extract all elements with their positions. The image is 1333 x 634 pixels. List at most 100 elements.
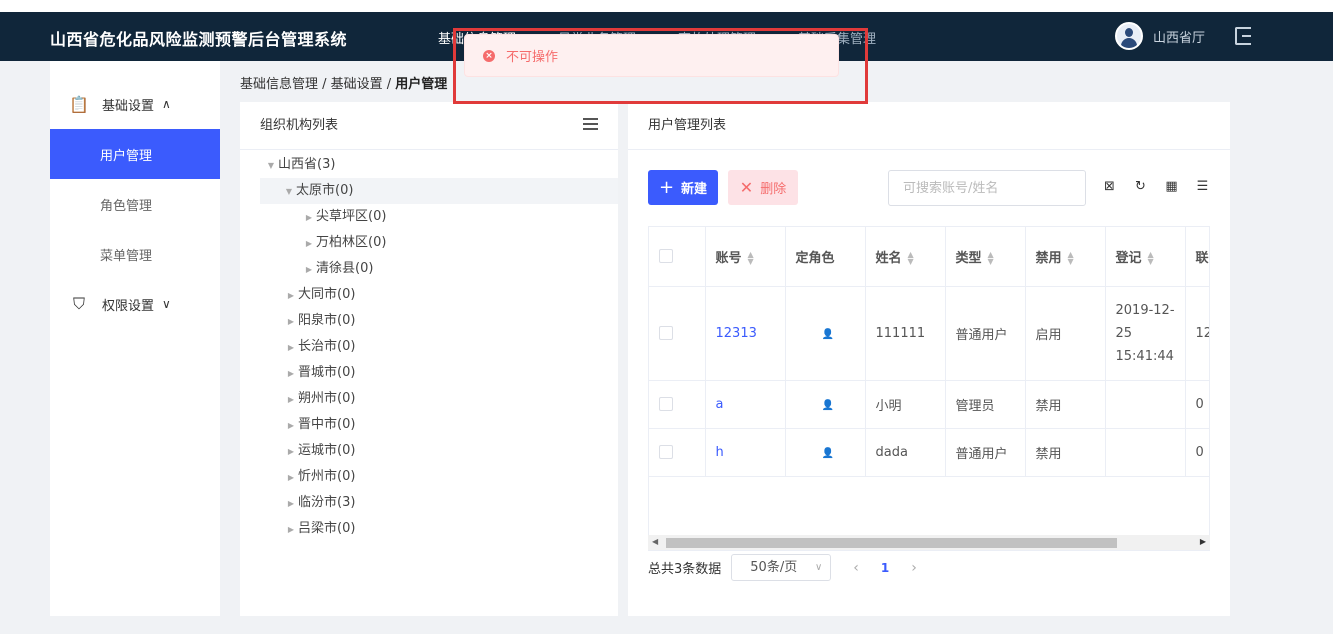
tree-node[interactable]: ▶ 长治市(0) — [240, 334, 618, 360]
row-select-cell — [649, 428, 706, 477]
scroll-left-icon[interactable]: ◀ — [652, 537, 658, 546]
user-panel: 用户管理列表 + 新建 ✕ 删除 ⊠ ↻ ▦ ☰ 账号 ▲▼ 定角色 姓名 ▲▼ 类型 ▲… — [628, 102, 1230, 616]
error-toast: × 不可操作 — [464, 34, 839, 77]
tree-node[interactable]: ▶ 万柏林区(0) — [240, 230, 618, 256]
new-button[interactable]: + 新建 — [648, 170, 718, 205]
logout-icon[interactable] — [1235, 27, 1251, 45]
col-label: 登记 — [1115, 250, 1142, 266]
delete-button-label: 删除 — [760, 182, 787, 197]
col-label: 类型 — [955, 250, 982, 266]
table-row: a 👤 小明 管理员 禁用 0 — [649, 380, 1209, 429]
caret-down-icon: ▼ — [285, 187, 293, 196]
menu-group-permission-settings[interactable]: ⛉ 权限设置 ∨ — [50, 279, 220, 329]
tree-node-label: 长治市(0) — [298, 339, 356, 354]
contact-cell: 12 — [1185, 286, 1209, 381]
tree-node[interactable]: ▶ 尖草坪区(0) — [240, 204, 618, 230]
table-header-row: 账号 ▲ ▼ 定角色 姓名 ▲ ▼ 类型 ▲ ▼ 禁用 ▲ ▼ 登记 ▲ ▼ 联 — [649, 227, 1209, 287]
org-panel: 组织机构列表 ▼ 山西省(3) ▼ 太原市(0) ▶ 尖草坪区(0) ▶ 万柏林区(0)… — [240, 102, 618, 616]
tree-node[interactable]: ▶ 大同市(0) — [240, 282, 618, 308]
contact-cell: 0 — [1185, 380, 1209, 429]
error-icon: × — [483, 49, 495, 62]
row-select-cell — [649, 380, 706, 429]
user-icon[interactable]: 👤 — [822, 329, 834, 340]
tree-node-label: 尖草坪区(0) — [316, 209, 387, 224]
tree-node[interactable]: ▼ 太原市(0) — [260, 178, 618, 204]
caret-right-icon: ▶ — [287, 525, 295, 534]
tree-node[interactable]: ▶ 运城市(0) — [240, 438, 618, 464]
search-input[interactable] — [888, 170, 1086, 206]
select-all-checkbox[interactable] — [659, 249, 673, 264]
org-tree: ▼ 山西省(3) ▼ 太原市(0) ▶ 尖草坪区(0) ▶ 万柏林区(0) ▶ 清徐县(0… — [240, 150, 618, 542]
col-name[interactable]: 姓名 ▲ ▼ — [865, 227, 946, 287]
next-page-icon[interactable]: › — [911, 560, 917, 576]
caret-right-icon: ▶ — [287, 343, 295, 352]
tree-node[interactable]: ▶ 临汾市(3) — [240, 490, 618, 516]
tree-node[interactable]: ▶ 晋中市(0) — [240, 412, 618, 438]
delete-button[interactable]: ✕ 删除 — [728, 170, 798, 205]
caret-right-icon: ▶ — [287, 473, 295, 482]
tree-node[interactable]: ▶ 朔州市(0) — [240, 386, 618, 412]
caret-right-icon: ▶ — [287, 395, 295, 404]
account-link[interactable]: h — [705, 428, 786, 477]
caret-right-icon: ▶ — [287, 447, 295, 456]
col-registered[interactable]: 登记 ▲ ▼ — [1105, 227, 1186, 287]
assign-role-cell: 👤 — [785, 428, 866, 477]
sidebar-item-role-management[interactable]: 角色管理 — [50, 179, 220, 229]
total-count: 总共3条数据 — [648, 562, 722, 577]
horizontal-scrollbar[interactable]: ◀ ▶ — [648, 535, 1210, 550]
menu-group-basic-settings[interactable]: 📋 基础设置 ∧ — [50, 79, 220, 129]
close-icon: ✕ — [739, 178, 754, 197]
account-link[interactable]: a — [705, 380, 786, 429]
sidebar-item-menu-management[interactable]: 菜单管理 — [50, 229, 220, 279]
row-checkbox[interactable] — [659, 445, 673, 459]
user-icon[interactable]: 👤 — [822, 400, 834, 411]
status-cell: 禁用 — [1025, 380, 1106, 429]
chevron-up-icon: ∧ — [162, 97, 171, 111]
sort-icon[interactable]: ▲ ▼ — [1068, 251, 1074, 266]
page-size-select[interactable]: 50条/页 ∨ — [731, 554, 832, 581]
caret-right-icon: ▶ — [287, 317, 295, 326]
status-cell: 禁用 — [1025, 428, 1106, 477]
type-cell: 普通用户 — [945, 286, 1026, 381]
col-label: 联 — [1195, 250, 1209, 266]
columns-icon[interactable]: ▦ — [1163, 178, 1180, 195]
assign-role-cell: 👤 — [785, 380, 866, 429]
row-checkbox[interactable] — [659, 397, 673, 411]
sort-icon[interactable]: ▲ ▼ — [1148, 251, 1154, 266]
export-icon[interactable]: ⊠ — [1101, 178, 1118, 195]
user-table: 账号 ▲ ▼ 定角色 姓名 ▲ ▼ 类型 ▲ ▼ 禁用 ▲ ▼ 登记 ▲ ▼ 联 12313 👤 1… — [648, 226, 1210, 551]
scrollbar-thumb[interactable] — [666, 538, 1117, 548]
tree-node[interactable]: ▶ 吕梁市(0) — [240, 516, 618, 542]
col-type[interactable]: 类型 ▲ ▼ — [945, 227, 1026, 287]
tree-collapse-icon[interactable] — [583, 118, 598, 133]
scroll-right-icon[interactable]: ▶ — [1200, 537, 1206, 546]
name-cell: 111111 — [865, 286, 946, 381]
col-disabled[interactable]: 禁用 ▲ ▼ — [1025, 227, 1106, 287]
col-account[interactable]: 账号 ▲ ▼ — [705, 227, 786, 287]
tree-node[interactable]: ▼ 山西省(3) — [240, 152, 618, 178]
tree-node[interactable]: ▶ 忻州市(0) — [240, 464, 618, 490]
list-icon[interactable]: ☰ — [1194, 178, 1211, 195]
tree-node[interactable]: ▶ 阳泉市(0) — [240, 308, 618, 334]
row-checkbox[interactable] — [659, 326, 673, 340]
col-label: 姓名 — [875, 250, 902, 266]
caret-right-icon: ▶ — [287, 369, 295, 378]
account-link[interactable]: 12313 — [705, 286, 786, 381]
tree-node[interactable]: ▶ 晋城市(0) — [240, 360, 618, 386]
tree-node-label: 晋中市(0) — [298, 417, 356, 432]
page-number[interactable]: 1 — [881, 561, 889, 575]
prev-page-icon[interactable]: ‹ — [853, 560, 859, 576]
select-all-cell — [649, 227, 706, 287]
sort-icon[interactable]: ▲ ▼ — [908, 251, 914, 266]
name-cell: dada — [865, 428, 946, 477]
refresh-icon[interactable]: ↻ — [1132, 178, 1149, 195]
chevron-down-icon: ∨ — [162, 297, 171, 311]
tree-node-label: 山西省(3) — [278, 157, 336, 172]
tree-node[interactable]: ▶ 清徐县(0) — [240, 256, 618, 282]
sort-icon[interactable]: ▲ ▼ — [748, 251, 754, 266]
user-icon[interactable]: 👤 — [822, 448, 834, 459]
sidebar-item-user-management[interactable]: 用户管理 — [50, 129, 220, 179]
sort-icon[interactable]: ▲ ▼ — [988, 251, 994, 266]
top-strip — [0, 0, 1333, 12]
user-menu[interactable]: 山西省厅 — [1114, 22, 1205, 50]
